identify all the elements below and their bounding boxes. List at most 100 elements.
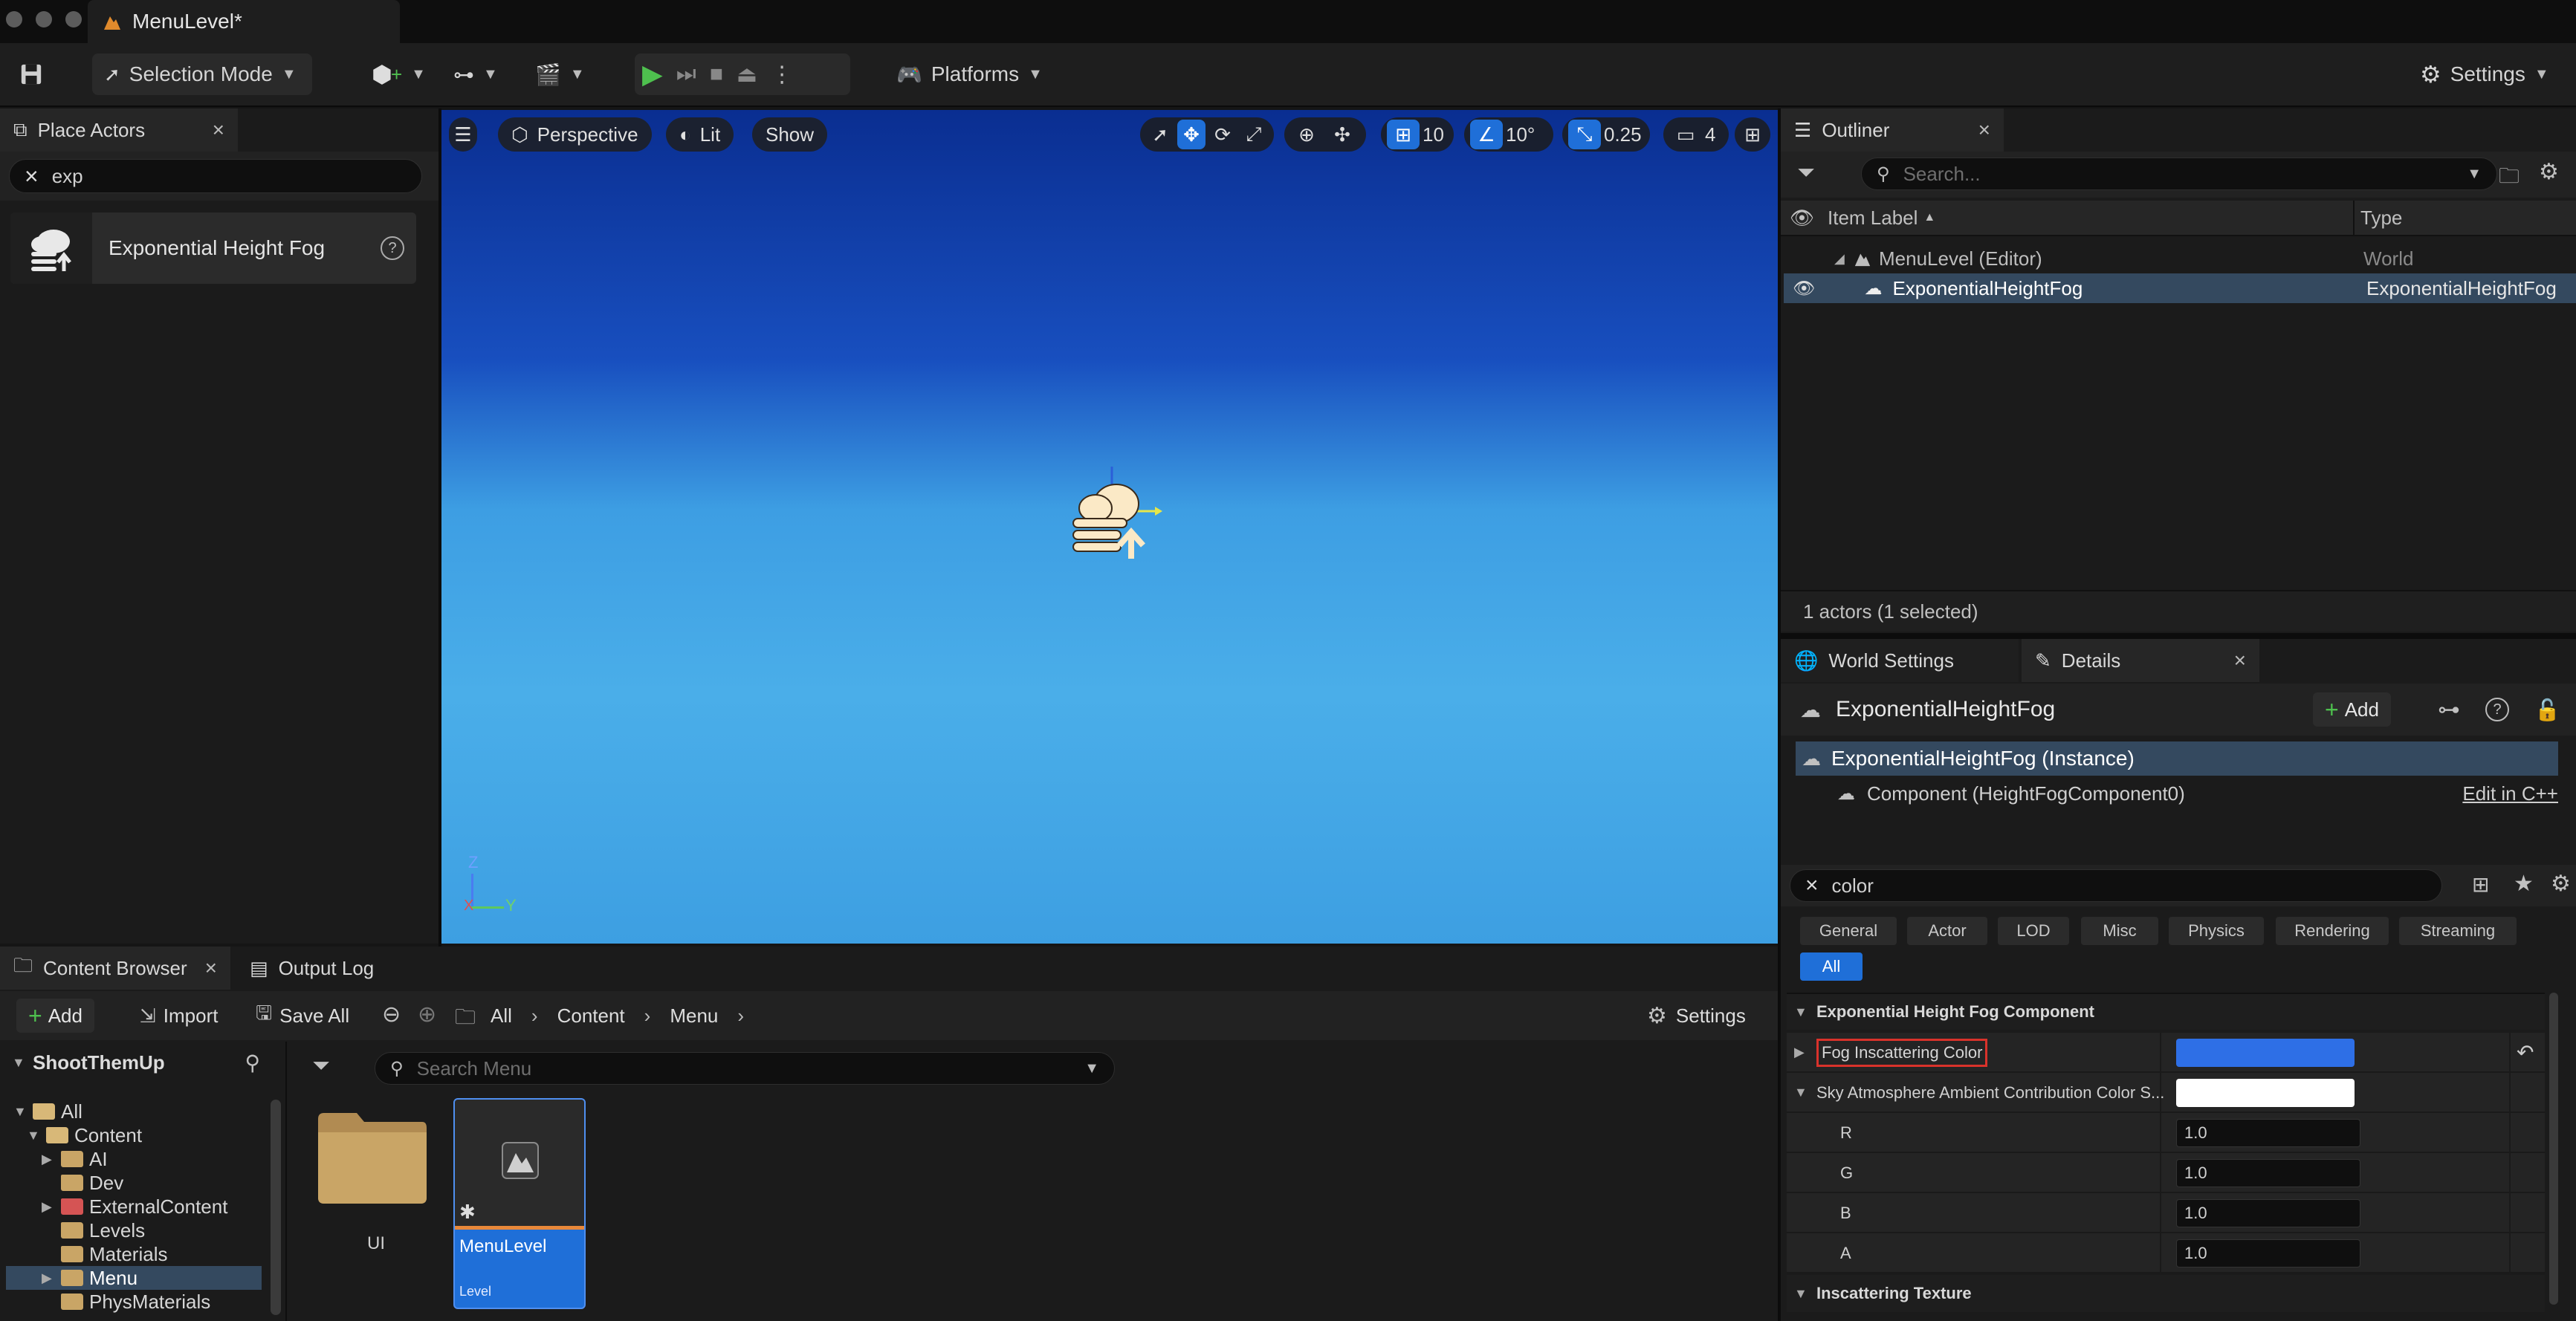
outliner-tab[interactable]: ☰ Outliner × <box>1781 108 2004 152</box>
platforms-dropdown[interactable]: 🎮 Platforms ▼ <box>884 53 1052 95</box>
rotation-snap[interactable]: ∠ 10° <box>1464 117 1553 152</box>
col-item-label[interactable]: Item Label <box>1828 207 1918 230</box>
eject-icon[interactable]: ⏏ <box>737 62 757 88</box>
more-options-icon[interactable]: ⋮ <box>771 62 793 88</box>
content-add-button[interactable]: + Add <box>16 999 94 1033</box>
edit-in-cpp-link[interactable]: Edit in C++ <box>2462 782 2558 805</box>
search-icon[interactable]: ⚲ <box>245 1051 260 1075</box>
scale-snap[interactable]: ⤡ 0.25 <box>1562 117 1650 152</box>
translate-icon[interactable]: ✥ <box>1177 120 1206 149</box>
back-arrow-icon[interactable]: ⊖ <box>382 1002 401 1028</box>
channel-r-input[interactable]: 1.0 <box>2176 1119 2360 1147</box>
tree-item-dev[interactable]: Dev <box>42 1171 123 1195</box>
table-view-icon[interactable]: ⊞ <box>2472 872 2489 897</box>
blueprint-icon[interactable]: ⊶ <box>2438 697 2460 723</box>
gear-icon[interactable]: ⚙ <box>2551 871 2571 897</box>
star-icon[interactable]: ★ <box>2514 871 2534 897</box>
close-icon[interactable]: × <box>1978 118 1990 142</box>
place-actors-search-input[interactable] <box>50 163 407 189</box>
grid-snap[interactable]: ⊞ 10 <box>1381 117 1454 152</box>
channel-a-input[interactable]: 1.0 <box>2176 1239 2360 1268</box>
category-streaming[interactable]: Streaming <box>2399 917 2517 945</box>
viewport-menu-button[interactable]: ☰ <box>449 117 477 152</box>
place-actors-tab[interactable]: ⧉ Place Actors × <box>0 108 238 152</box>
component-row[interactable]: ☁ Component (HeightFogComponent0) Edit i… <box>1796 777 2558 810</box>
document-tab[interactable]: MenuLevel* <box>88 0 400 43</box>
tree-item-materials[interactable]: Materials <box>42 1242 167 1266</box>
close-icon[interactable]: × <box>2234 649 2246 672</box>
asset-filter-button[interactable]: ⏷ <box>299 1051 373 1086</box>
actor-name[interactable]: ExponentialHeightFog <box>1836 697 2055 722</box>
lit-button[interactable]: ◐ Lit <box>666 117 734 152</box>
add-actor-button[interactable]: ⬢ + ▼ <box>360 53 426 95</box>
clear-search-icon[interactable]: × <box>1805 873 1819 898</box>
splitter[interactable] <box>438 108 441 947</box>
level-viewport[interactable]: ☰ ⬡ Perspective ◐ Lit Show ➚ ✥ ⟳ ⤢ ⊕ ✣ ⊞… <box>441 110 1778 944</box>
chevron-right-icon[interactable]: › <box>737 1004 744 1028</box>
inscattering-texture-section[interactable]: ▼ Inscattering Texture <box>1787 1275 2545 1312</box>
output-log-tab[interactable]: ▤ Output Log <box>236 947 407 990</box>
details-search-input[interactable] <box>1830 873 2427 898</box>
fog-component-section[interactable]: ▼ Exponential Height Fog Component <box>1787 993 2545 1030</box>
actor-result-item[interactable]: Exponential Height Fog ? <box>10 212 416 284</box>
outliner-search-input[interactable] <box>1901 161 2456 186</box>
minimize-window-icon[interactable] <box>36 11 52 27</box>
scale-icon[interactable]: ⤢ <box>1240 120 1268 149</box>
category-actor[interactable]: Actor <box>1907 917 1987 945</box>
eye-icon[interactable]: 👁 <box>1793 278 1815 299</box>
selection-mode-dropdown[interactable]: ➚ Selection Mode ▼ <box>92 53 312 95</box>
content-settings-button[interactable]: ⚙ Settings <box>1647 999 1746 1033</box>
reset-arrow-icon[interactable]: ↶ <box>2517 1040 2534 1065</box>
stop-icon[interactable]: ■ <box>710 62 723 87</box>
tree-item-levels[interactable]: Levels <box>42 1218 145 1242</box>
channel-b-input[interactable]: 1.0 <box>2176 1199 2360 1227</box>
tree-item-phys-materials[interactable]: PhysMaterials <box>42 1290 210 1314</box>
layout-button[interactable]: ⊞ <box>1735 117 1770 152</box>
asset-menu-level[interactable]: ✱ MenuLevel Level <box>453 1098 586 1309</box>
show-button[interactable]: Show <box>752 117 828 152</box>
perspective-button[interactable]: ⬡ Perspective <box>498 117 652 152</box>
tree-item-ai[interactable]: ▶ AI <box>42 1147 108 1171</box>
surface-snap-icon[interactable]: ✣ <box>1326 120 1359 149</box>
content-browser-tab[interactable]: 🗀 Content Browser × <box>0 947 230 990</box>
col-type[interactable]: Type <box>2360 207 2402 230</box>
category-rendering[interactable]: Rendering <box>2276 917 2389 945</box>
tree-item-external-content[interactable]: ▶ ExternalContent <box>42 1195 227 1218</box>
details-scrollbar[interactable] <box>2549 993 2558 1305</box>
select-icon[interactable]: ➚ <box>1146 120 1174 149</box>
details-tab[interactable]: ✎ Details × <box>2022 639 2259 682</box>
step-icon[interactable]: ⏭ <box>676 62 696 87</box>
chevron-down-icon[interactable]: ▼ <box>1794 1085 1808 1100</box>
breadcrumb-menu[interactable]: Menu <box>670 1004 718 1028</box>
chevron-down-icon[interactable]: ◢ <box>1834 251 1848 267</box>
splitter[interactable] <box>1781 633 2576 639</box>
lock-icon[interactable]: 🔓 <box>2534 698 2560 722</box>
add-component-button[interactable]: + Add <box>2313 692 2391 727</box>
world-globe-icon[interactable]: ⊕ <box>1290 120 1323 149</box>
category-lod[interactable]: LOD <box>1998 917 2069 945</box>
gear-icon[interactable]: ⚙ <box>2539 159 2559 185</box>
asset-search-input[interactable] <box>415 1056 1073 1081</box>
outliner-row-world[interactable]: ◢ MenuLevel (Editor) World <box>1784 244 2576 273</box>
forward-arrow-icon[interactable]: ⊕ <box>418 1002 436 1028</box>
tree-scrollbar[interactable] <box>271 1100 281 1315</box>
asset-folder-ui[interactable] <box>315 1109 430 1205</box>
maximize-window-icon[interactable] <box>65 11 82 27</box>
help-icon[interactable]: ? <box>2485 698 2509 721</box>
camera-speed[interactable]: ▭ 4 <box>1663 117 1729 152</box>
breadcrumb-all[interactable]: All <box>491 1004 512 1028</box>
close-icon[interactable]: × <box>213 118 224 142</box>
category-all[interactable]: All <box>1800 952 1863 981</box>
chevron-right-icon[interactable]: ▶ <box>1794 1045 1808 1060</box>
chevron-down-icon[interactable]: ▼ <box>2467 166 2482 183</box>
close-icon[interactable]: × <box>205 956 217 980</box>
blueprints-button[interactable]: ⊶ ▼ <box>441 53 508 95</box>
play-icon[interactable]: ▶ <box>642 59 663 90</box>
close-window-icon[interactable] <box>6 11 22 27</box>
add-folder-icon[interactable]: 🗀 <box>2499 160 2520 196</box>
fog-actor-sprite[interactable] <box>1051 459 1162 563</box>
save-button[interactable] <box>7 53 55 95</box>
rotate-icon[interactable]: ⟳ <box>1208 120 1237 149</box>
eye-icon[interactable]: 👁 <box>1790 207 1814 230</box>
tree-item-all[interactable]: ▼ All <box>13 1100 82 1123</box>
